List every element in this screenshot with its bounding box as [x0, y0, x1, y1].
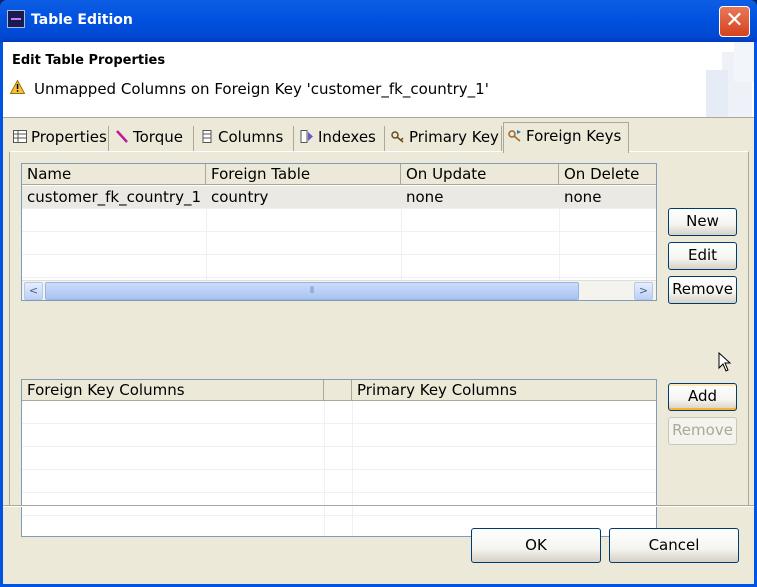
tab-columns[interactable]: Columns — [196, 126, 294, 152]
table-row — [22, 424, 656, 447]
dialog-client: Edit Table Properties Unmapped Columns o… — [3, 42, 754, 584]
index-icon — [300, 130, 313, 143]
tab-label: Primary Key — [409, 128, 499, 146]
status-message: Unmapped Columns on Foreign Key 'custome… — [34, 80, 489, 98]
close-button[interactable]: ✕ — [719, 6, 750, 37]
add-button[interactable]: Add — [668, 383, 737, 411]
scroll-thumb[interactable]: ⫴ — [45, 282, 579, 300]
chevron-left-icon: < — [28, 284, 39, 297]
tab-indexes[interactable]: Indexes — [296, 126, 385, 152]
key-columns-table[interactable]: Foreign Key Columns Primary Key Columns — [21, 379, 657, 537]
mouse-cursor-icon — [718, 352, 732, 372]
column-header-primary-key-columns[interactable]: Primary Key Columns — [352, 380, 656, 401]
column-header-on-delete[interactable]: On Delete — [559, 164, 656, 185]
cancel-button[interactable]: Cancel — [609, 528, 739, 563]
foreign-keys-table[interactable]: Name Foreign Table On Update On Delete c… — [21, 163, 657, 301]
scroll-right-button[interactable]: > — [634, 282, 653, 300]
cell-on-delete: none — [564, 188, 602, 206]
table-row — [22, 232, 656, 255]
tab-properties[interactable]: Properties — [9, 126, 109, 152]
tab-torque[interactable]: Torque — [111, 126, 194, 152]
tab-label: Foreign Keys — [526, 127, 622, 145]
dialog-window: Table Edition ✕ Edit Table Properties Un… — [0, 0, 757, 587]
column-header-on-update[interactable]: On Update — [401, 164, 559, 185]
horizontal-scrollbar[interactable]: < ⫴ > — [22, 280, 656, 300]
table-icon — [13, 130, 27, 143]
tab-label: Torque — [133, 128, 183, 146]
remove-fk-button[interactable]: Remove — [668, 276, 737, 304]
pencil-icon — [116, 130, 128, 143]
tab-label: Properties — [31, 128, 107, 146]
divider — [3, 506, 754, 507]
table-row — [22, 401, 656, 424]
remove-column-button[interactable]: Remove — [668, 417, 737, 445]
table-row — [22, 255, 656, 278]
table-header: Foreign Key Columns Primary Key Columns — [22, 380, 656, 401]
tab-foreign-keys[interactable]: Foreign Keys — [503, 122, 629, 153]
window-title: Table Edition — [31, 12, 133, 28]
column-header-mapping[interactable] — [324, 380, 352, 401]
ok-button[interactable]: OK — [471, 528, 601, 563]
tab-label: Columns — [218, 128, 284, 146]
column-header-foreign-key-columns[interactable]: Foreign Key Columns — [22, 380, 324, 401]
page-title: Edit Table Properties — [12, 53, 166, 68]
table-row — [22, 447, 656, 470]
table-row — [22, 470, 656, 493]
cell-on-update: none — [406, 188, 444, 206]
chevron-right-icon: > — [638, 284, 649, 297]
cell-name: customer_fk_country_1 — [27, 188, 202, 206]
columns-icon — [202, 130, 212, 143]
new-button[interactable]: New — [668, 208, 737, 236]
tab-panel-foreign-keys: Name Foreign Table On Update On Delete c… — [9, 151, 749, 537]
title-bar[interactable]: Table Edition ✕ — [0, 0, 757, 42]
table-header: Name Foreign Table On Update On Delete — [22, 164, 656, 185]
table-row — [22, 209, 656, 232]
edit-button[interactable]: Edit — [668, 242, 737, 270]
app-icon — [7, 10, 25, 28]
tab-primary-key[interactable]: Primary Key — [387, 126, 502, 152]
tab-label: Indexes — [318, 128, 376, 146]
close-icon: ✕ — [725, 8, 744, 33]
foreign-key-icon — [508, 130, 521, 142]
column-header-foreign-table[interactable]: Foreign Table — [206, 164, 401, 185]
key-icon — [391, 131, 404, 143]
cell-foreign-table: country — [211, 188, 269, 206]
header-banner: Edit Table Properties Unmapped Columns o… — [3, 42, 754, 118]
table-row[interactable]: customer_fk_country_1 country none none — [22, 186, 656, 209]
tab-bar: Properties Torque Columns Indexes Primar… — [9, 122, 749, 153]
column-header-name[interactable]: Name — [22, 164, 206, 185]
warning-icon — [10, 80, 25, 94]
banner-graphic — [706, 42, 754, 117]
scroll-left-button[interactable]: < — [24, 282, 43, 300]
